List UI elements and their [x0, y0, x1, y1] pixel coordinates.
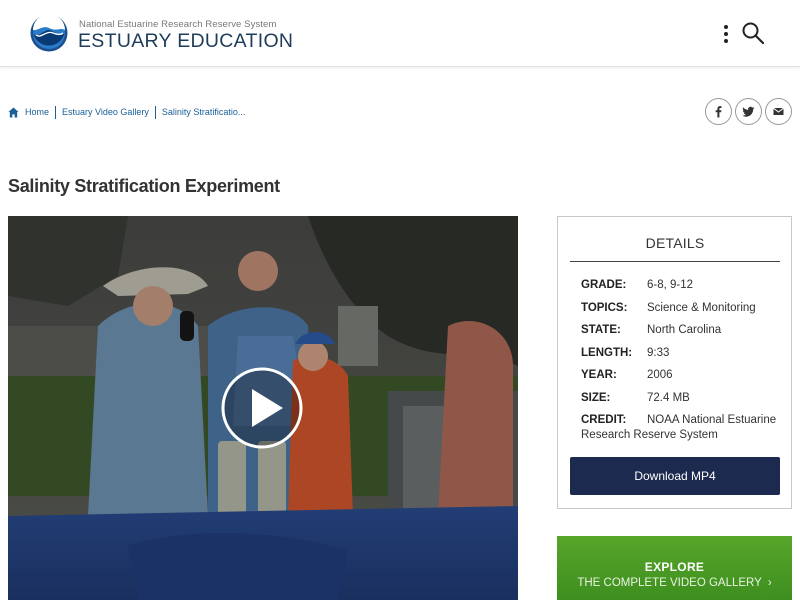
site-org-name: National Estuarine Research Reserve Syst…	[79, 19, 277, 30]
detail-value: NOAA National Estuarine Research Reserve…	[581, 414, 777, 441]
play-icon[interactable]	[221, 367, 303, 449]
detail-label: YEAR:	[581, 369, 617, 381]
detail-value: 72.4 MB	[647, 392, 690, 404]
email-icon	[773, 107, 784, 115]
breadcrumb-video-gallery[interactable]: Estuary Video Gallery	[62, 107, 149, 117]
site-header: National Estuarine Research Reserve Syst…	[0, 0, 800, 67]
detail-value[interactable]: Science & Monitoring	[647, 301, 787, 316]
details-divider	[570, 261, 780, 262]
video-player[interactable]	[8, 216, 518, 600]
chevron-right-icon: ›	[767, 577, 772, 589]
breadcrumb-current[interactable]: Salinity Stratificatio...	[162, 107, 246, 117]
breadcrumb-home[interactable]: Home	[25, 107, 49, 117]
noaa-logo-icon[interactable]	[30, 14, 68, 52]
explore-gallery-banner[interactable]: EXPLORE THE COMPLETE VIDEO GALLERY ›	[557, 536, 792, 600]
search-icon[interactable]	[740, 20, 766, 46]
detail-label: SIZE:	[581, 392, 611, 404]
detail-label: GRADE:	[581, 279, 627, 291]
twitter-icon	[742, 106, 755, 117]
explore-title: EXPLORE	[644, 560, 705, 574]
detail-value: 9:33	[647, 347, 670, 359]
detail-value: North Carolina	[647, 324, 722, 336]
detail-label: STATE:	[581, 324, 621, 336]
page-title: Salinity Stratification Experiment	[8, 176, 280, 196]
detail-value: 2006	[647, 369, 673, 381]
share-facebook-button[interactable]	[705, 98, 732, 125]
explore-subtitle: THE COMPLETE VIDEO GALLERY	[577, 577, 762, 589]
detail-value: 6-8, 9-12	[647, 279, 694, 291]
breadcrumb: Home Estuary Video Gallery Salinity Stra…	[8, 105, 245, 119]
download-mp4-button[interactable]: Download MP4	[570, 457, 780, 495]
share-email-button[interactable]	[765, 98, 792, 125]
breadcrumb-separator	[55, 105, 57, 119]
kebab-menu-icon[interactable]	[718, 22, 734, 46]
site-title[interactable]: ESTUARY EDUCATION	[78, 30, 293, 53]
share-twitter-button[interactable]	[735, 98, 762, 125]
detail-label: TOPICS:	[581, 302, 628, 314]
detail-label: LENGTH:	[581, 347, 633, 359]
breadcrumb-separator	[154, 105, 156, 119]
details-heading: DETAILS	[645, 235, 705, 251]
explore-subtitle-row: THE COMPLETE VIDEO GALLERY ›	[557, 577, 792, 589]
home-icon[interactable]	[8, 106, 19, 118]
facebook-icon	[715, 106, 722, 118]
